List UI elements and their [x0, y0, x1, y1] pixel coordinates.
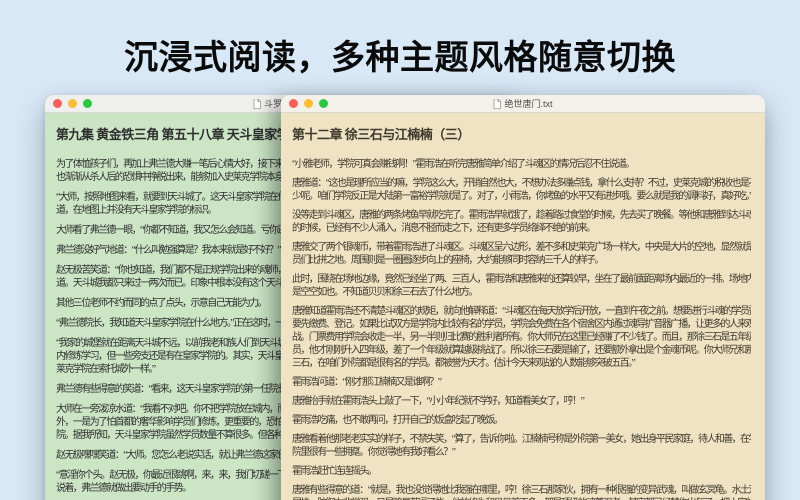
paragraph: 霍雨浩问道：“刚才那江楠楠又是谁啊？”: [292, 376, 751, 389]
chapter-heading: 第十二章 徐三石与江楠楠（三）: [292, 124, 751, 143]
text-line: 唐雅看着他那老老实实的样子，不禁失笑，“算了，告诉你啦。江楠楠号称是外院第一美女…: [292, 433, 751, 446]
text-line: 霍雨浩赶忙连连摇头。: [292, 465, 751, 478]
reader-text: “小雅老师，学院可真会赚钱啊！”霍雨浩在听完唐雅简单介绍了斗魂区的情况后忍不住说…: [292, 158, 751, 500]
reader-content[interactable]: 第十二章 徐三石与江楠楠（三） “小雅老师，学院可真会赚钱啊！”霍雨浩在听完唐雅…: [281, 113, 765, 500]
text-line: 是空空如也。不知道贝贝和徐三石去了什么地方。: [292, 286, 751, 299]
text-line: 唐雅道：“这也是理所应当的嘛，学院这么大，开销自然也大，不想办法多赚点钱，拿什么…: [292, 177, 751, 190]
window-title: 绝世唐门.txt: [281, 95, 765, 113]
text-line: 员，他才刚刚升入四年级，差了一个年级就算越级挑战了。所以徐三石要是输了，还要额外…: [292, 344, 751, 357]
text-line: 要先缴费、登记。如果比试双方是学院内比较有名的学员，学院会免费在各个宿舍区内通过…: [292, 318, 751, 331]
text-line: 唐雅抬手就在霍雨浩头上敲了一下，“小小年纪就不学好，知道看美女了，哼！”: [292, 395, 751, 408]
text-line: 战。门票费用学院会收走一半，另一半则归比赛的胜利者所有。你大师兄在这里已经赚了不…: [292, 331, 751, 344]
text-line: 院里很有一些拥趸。你觉得她有我好看么？”: [292, 446, 751, 459]
text-line: 唐雅知道霍雨浩还不清楚斗魂区的规矩，就向他解释道：“斗魂区在每天放学后开放，一直…: [292, 305, 751, 318]
paragraph: “小雅老师，学院可真会赚钱啊！”霍雨浩在听完唐雅简单介绍了斗魂区的情况后忍不住说…: [292, 158, 751, 171]
paragraph: 没等走到斗魂区，唐雅的两条烤鱼早就吃完了。霍雨浩早就饿了，趁着路过食堂的时候，先…: [292, 209, 751, 235]
paragraph: 此时，围绕在场地边缘，竟然已经坐了两、三百人，霍雨浩和唐雅来的还算较早，坐在了最…: [292, 273, 751, 299]
paragraph: 唐雅知道霍雨浩还不清楚斗魂区的规矩，就向他解释道：“斗魂区在每天放学后开放，一直…: [292, 305, 751, 370]
text-line: 霍雨浩吃痛，也不敢再问，打开自己的饭盒吃起了晚饭。: [292, 414, 751, 427]
window-titlebar[interactable]: 绝世唐门.txt: [281, 95, 765, 113]
paragraph: 唐雅抬手就在霍雨浩头上敲了一下，“小小年纪就不学好，知道看美女了，哼！”: [292, 395, 751, 408]
text-line: “小雅老师，学院可真会赚钱啊！”霍雨浩在听完唐雅简单介绍了斗魂区的情况后忍不住说…: [292, 158, 751, 171]
text-line: 唐雅有些得意的道：“就是，我也没觉得她比我强在哪里，哼！徐三石那家伙，拥有一种很…: [292, 484, 751, 497]
text-line: 霍雨浩问道：“刚才那江楠楠又是谁啊？”: [292, 376, 751, 389]
paragraph: 霍雨浩赶忙连连摇头。: [292, 465, 751, 478]
document-icon: [253, 99, 261, 109]
reader-window-tangmen: 绝世唐门.txt 第十二章 徐三石与江楠楠（三） “小雅老师，学院可真会赚钱啊！…: [281, 95, 765, 500]
text-line: 唐雅交了两个银魂币，带着霍雨浩进了斗魂区。斗魂区呈六边形，差不多和史莱克广场一样…: [292, 241, 751, 254]
window-title-text: 绝世唐门.txt: [504, 95, 552, 113]
paragraph: 唐雅交了两个银魂币，带着霍雨浩进了斗魂区。斗魂区呈六边形，差不多和史莱克广场一样…: [292, 241, 751, 267]
paragraph: 唐雅有些得意的道：“就是，我也没觉得她比我强在哪里，哼！徐三石那家伙，拥有一种很…: [292, 484, 751, 500]
text-line: 少呢。咱们学院反正是大陆第一富裕学院就是了。对了，小雨浩，你烤鱼的水平又有进步哦…: [292, 190, 751, 203]
paragraph: 霍雨浩吃痛，也不敢再问，打开自己的饭盒吃起了晚饭。: [292, 414, 751, 427]
text-line: 的时候，已经有不少人涌入，消息不胫而走之下，还有更多学员络绎不绝的前来。: [292, 222, 751, 235]
text-line: 没等走到斗魂区，唐雅的两条烤鱼早就吃完了。霍雨浩早就饿了，趁着路过食堂的时候，先…: [292, 209, 751, 222]
paragraph: 唐雅道：“这也是理所应当的嘛，学院这么大，开销自然也大，不想办法多赚点钱，拿什么…: [292, 177, 751, 203]
paragraph: 唐雅看着他那老老实实的样子，不禁失笑，“算了，告诉你啦。江楠楠号称是外院第一美女…: [292, 433, 751, 459]
document-icon: [493, 99, 501, 109]
text-line: 员们比拼之地。周围则是一圈圈逐步向上的座椅，大约能够同时容纳三千人的样子。: [292, 254, 751, 267]
text-line: 三石，在咱们外院都是很有名的学员。都被誉为天才。估计今天来观战的人数能够突破五百…: [292, 357, 751, 370]
text-line: 此时，围绕在场地边缘，竟然已经坐了两、三百人，霍雨浩和唐雅来的还算较早，坐在了最…: [292, 273, 751, 286]
page-title: 沉浸式阅读，多种主题风格随意切换: [0, 30, 800, 79]
